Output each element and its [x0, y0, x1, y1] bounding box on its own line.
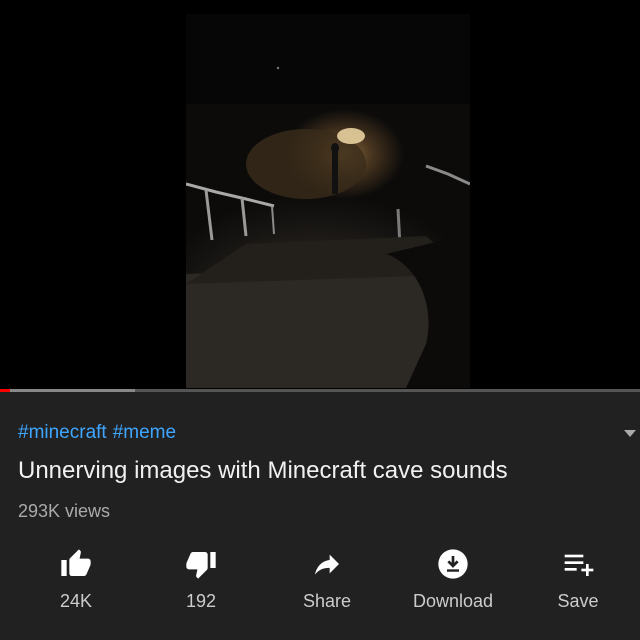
video-info: #minecraft #meme Unnerving images with Mi…	[0, 392, 640, 640]
hashtag-meme[interactable]: #meme	[113, 422, 176, 443]
add-to-playlist-icon	[564, 554, 594, 576]
download-button[interactable]: Download	[398, 542, 508, 622]
chevron-down-icon[interactable]	[624, 430, 636, 437]
action-bar: 24K 192 Share Download Save	[0, 542, 640, 622]
like-count: 24K	[59, 591, 93, 611]
video-player[interactable]	[0, 0, 640, 392]
like-button[interactable]: 24K	[21, 542, 131, 622]
video-scene-image	[186, 14, 470, 388]
dislike-button[interactable]: 192	[146, 542, 256, 622]
download-label: Download	[412, 591, 494, 611]
share-arrow-icon	[315, 554, 339, 575]
share-button[interactable]: Share	[272, 542, 382, 622]
hashtags: #minecraft #meme	[18, 422, 182, 444]
view-count: 293K views	[18, 501, 111, 521]
share-label: Share	[302, 591, 352, 611]
video-title[interactable]: Unnerving images with Minecraft cave sou…	[18, 457, 508, 485]
thumbs-up-icon	[61, 549, 91, 576]
hashtag-minecraft[interactable]: #minecraft	[18, 422, 107, 443]
dislike-count: 192	[185, 591, 217, 611]
save-button[interactable]: Save	[523, 542, 633, 622]
video-frame[interactable]	[186, 14, 470, 388]
download-icon	[438, 549, 468, 579]
save-label: Save	[557, 591, 599, 611]
thumbs-down-icon	[186, 552, 216, 579]
